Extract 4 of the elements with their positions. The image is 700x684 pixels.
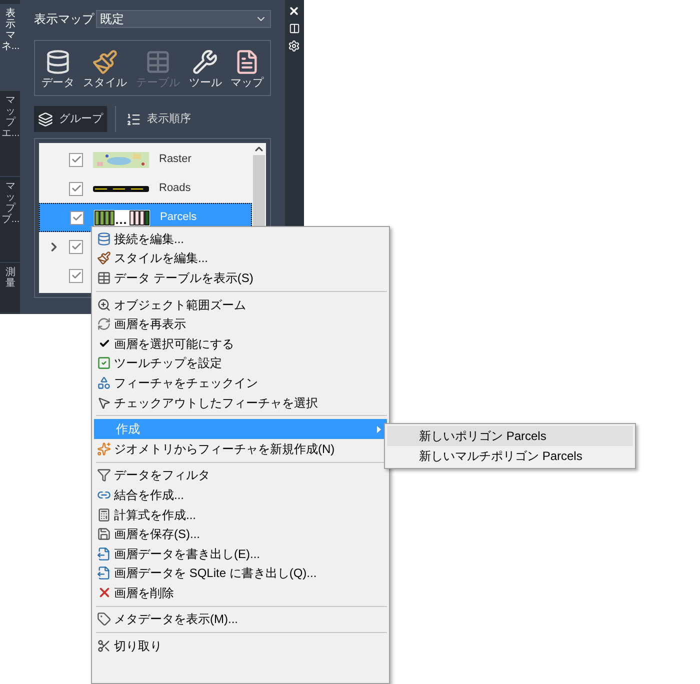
layer-name: Parcels bbox=[160, 210, 197, 226]
layer-name: Roads bbox=[159, 181, 191, 196]
map-label: 表示マップ bbox=[34, 11, 94, 28]
layer-name: Raster bbox=[159, 152, 192, 168]
